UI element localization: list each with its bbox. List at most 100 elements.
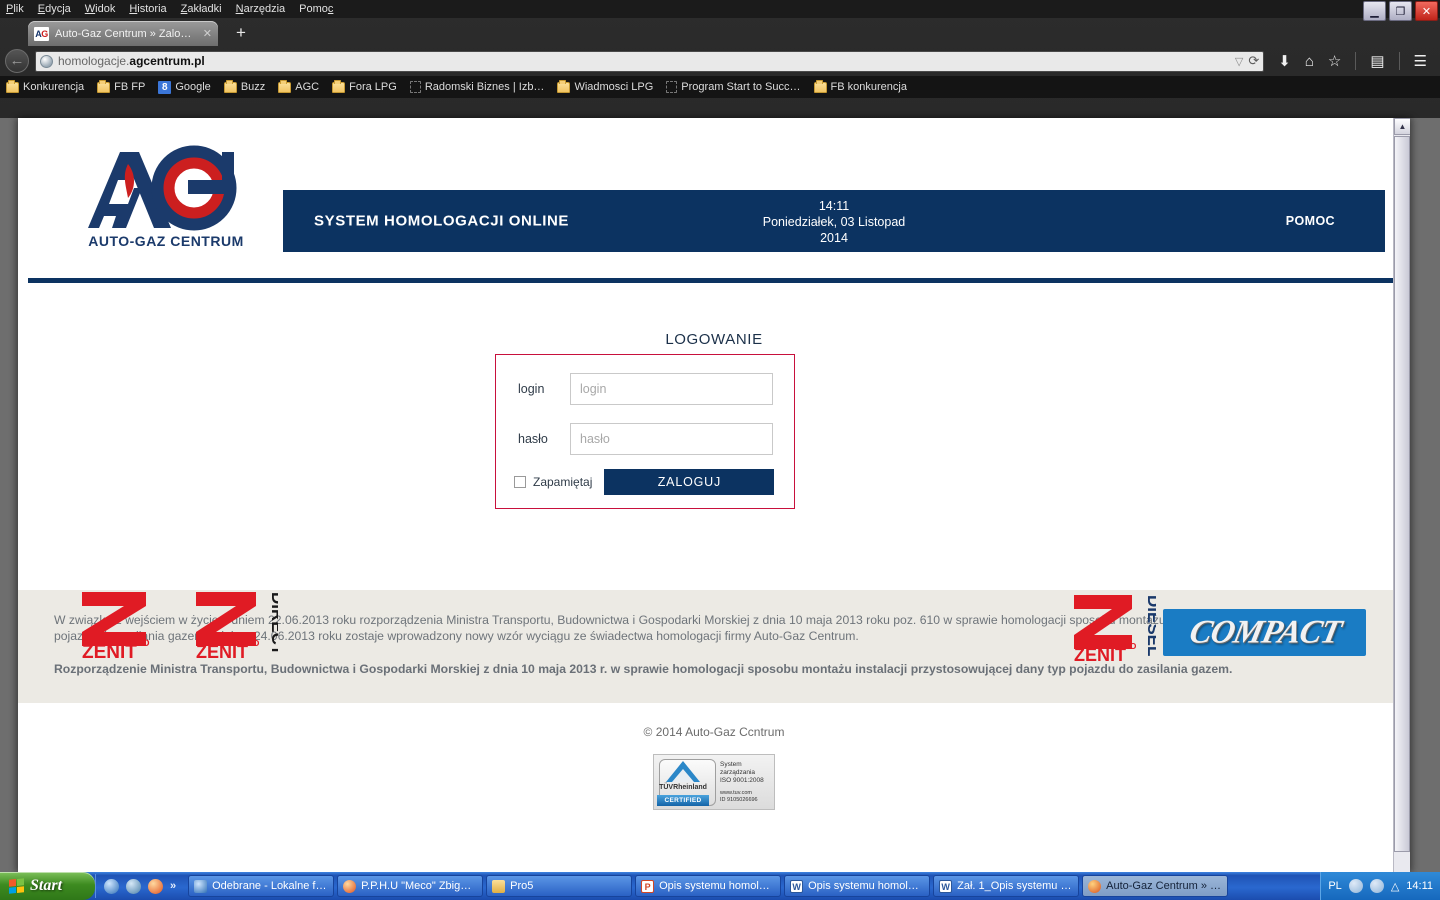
tab-close-icon[interactable]: ✕ <box>203 27 212 40</box>
taskbar-item[interactable]: W Opis systemu homolo… <box>784 875 931 897</box>
auto-gaz-centrum-logo[interactable]: AUTO-GAZ CENTRUM <box>76 140 256 256</box>
tuv-iso-line1: System <box>720 761 742 768</box>
login-label: login <box>518 382 545 396</box>
folder-icon <box>332 79 346 93</box>
mail-icon[interactable] <box>126 878 141 894</box>
bookmark-item[interactable]: FB FP <box>97 79 146 93</box>
powerpoint-icon: P <box>641 879 655 893</box>
navigation-bar: ← homologacje.agcentrum.pl ▽ ⟳ ⬇ ⌂ ☆ ▤ ☰ <box>0 46 1440 76</box>
menu-pomoc[interactable]: Pomoc <box>299 0 333 18</box>
page-content: AUTO-GAZ CENTRUM SYSTEM HOMOLOGACJI ONLI… <box>18 118 1410 872</box>
tuv-certified-label: CERTIFIED <box>657 795 709 806</box>
page-icon <box>666 81 678 93</box>
bookmark-item[interactable]: FB konkurencja <box>813 79 907 93</box>
tuv-www-line2: ID 9105026696 <box>720 797 758 803</box>
menu-narzedzia[interactable]: Narzędzia <box>236 0 286 18</box>
ie-icon[interactable] <box>104 878 119 894</box>
quick-launch-more-icon[interactable]: » <box>170 880 176 892</box>
logo-caption: AUTO-GAZ CENTRUM <box>88 233 244 249</box>
taskbar-item-label: Opis systemu homolo… <box>808 880 925 892</box>
bookmark-label: AGC <box>295 81 320 93</box>
reload-icon[interactable]: ⟳ <box>1248 53 1259 69</box>
download-icon[interactable]: ⬇ <box>1278 54 1291 69</box>
taskbar-item-label: P.P.H.U "Meco" Zbig… <box>361 880 472 892</box>
zaloguj-button[interactable]: ZALOGUJ <box>604 469 775 495</box>
google-icon: 8 <box>158 80 172 94</box>
tuv-www-line1: www.tuv.com <box>720 790 752 796</box>
tray-icon-1[interactable] <box>1348 879 1363 893</box>
header-banner: SYSTEM HOMOLOGACJI ONLINE 14:11 Poniedzi… <box>283 190 1385 252</box>
bookmark-star-icon[interactable]: ☆ <box>1328 54 1341 69</box>
tuv-www-text: www.tuv.com ID 9105026696 <box>720 790 758 804</box>
menu-zakladki[interactable]: Zakładki <box>181 0 222 18</box>
address-bar[interactable]: homologacje.agcentrum.pl ▽ ⟳ <box>35 50 1265 72</box>
tray-arrow-icon[interactable]: △ <box>1391 880 1399 893</box>
bookmark-label: Wiadmosci LPG <box>574 81 654 93</box>
chrome-icon[interactable] <box>148 878 163 894</box>
bookmark-item[interactable]: Buzz <box>223 79 265 93</box>
clock[interactable]: 14:11 <box>1406 880 1433 892</box>
taskbar-item-label: Odebrane - Lokalne f… <box>212 880 327 892</box>
taskbar-item[interactable]: P.P.H.U "Meco" Zbig… <box>337 875 484 897</box>
bookmark-item[interactable]: Wiadmosci LPG <box>557 79 654 93</box>
site-footer: © 2014 Auto-Gaz Ccntrum TÜVRheinland CER… <box>18 703 1410 815</box>
globe-icon <box>40 54 53 68</box>
toolbar-separator <box>1355 52 1357 70</box>
chevron-down-icon[interactable]: ▽ <box>1235 55 1243 68</box>
menu-edycja[interactable]: Edycja <box>38 0 71 18</box>
pro-sup: PRO <box>1118 641 1137 651</box>
bookmark-item[interactable]: Fora LPG <box>332 79 397 93</box>
taskbar-item[interactable]: Odebrane - Lokalne f… <box>188 875 335 897</box>
tab-strip: AG Auto-Gaz Centrum » Zaloguj się ✕ + <box>0 18 1440 46</box>
bookmark-label: FB konkurencja <box>830 81 907 93</box>
tray-icon-2[interactable] <box>1369 879 1384 893</box>
home-icon[interactable]: ⌂ <box>1305 54 1314 69</box>
start-button[interactable]: Start <box>0 872 95 900</box>
taskbar-item[interactable]: P Opis systemu homolo… <box>635 875 782 897</box>
browser-viewport: AUTO-GAZ CENTRUM SYSTEM HOMOLOGACJI ONLI… <box>0 118 1440 872</box>
bookmark-item[interactable]: 8 Google <box>158 80 211 94</box>
mail-icon <box>194 879 208 893</box>
password-label: hasło <box>518 432 548 446</box>
tuv-rheinland-badge: TÜVRheinland CERTIFIED System zarządzani… <box>653 754 775 810</box>
folder-icon <box>557 79 571 93</box>
menu-plik[interactable]: Plik <box>6 0 24 18</box>
taskbar-items: Odebrane - Lokalne f… P.P.H.U "Meco" Zbi… <box>184 875 1320 897</box>
quick-launch-bar: » <box>95 874 184 898</box>
bookmark-item[interactable]: Program Start to Succ… <box>666 81 801 93</box>
back-button[interactable]: ← <box>5 49 29 73</box>
bookmark-item[interactable]: Konkurencja <box>6 79 84 93</box>
menu-widok[interactable]: Widok <box>85 0 116 18</box>
taskbar-item-active[interactable]: Auto-Gaz Centrum » … <box>1082 875 1229 897</box>
direct-word: DIRECT <box>268 592 278 656</box>
page-scrollbar[interactable]: ▲ <box>1393 118 1410 872</box>
pomoc-link[interactable]: POMOC <box>1286 214 1335 228</box>
folder-icon <box>97 79 111 93</box>
url-text: homologacje.agcentrum.pl <box>58 54 205 68</box>
taskbar-item-label: Zał. 1_Opis systemu … <box>957 880 1072 892</box>
bookmark-label: FB FP <box>114 81 146 93</box>
reader-icon[interactable]: ▤ <box>1370 54 1384 69</box>
login-form: login hasło Zapamiętaj ZALOGUJ <box>495 354 795 509</box>
bookmark-item[interactable]: AGC <box>278 79 320 93</box>
windows-logo-icon <box>9 878 24 894</box>
scrollbar-thumb[interactable] <box>1394 136 1410 852</box>
remember-checkbox[interactable] <box>514 476 526 488</box>
tab-auto-gaz-centrum[interactable]: AG Auto-Gaz Centrum » Zaloguj się ✕ <box>28 21 218 46</box>
diesel-word: DIESEL <box>1144 595 1156 656</box>
scroll-up-button[interactable]: ▲ <box>1394 118 1410 135</box>
bookmark-item[interactable]: Radomski Biznes | Izb… <box>409 81 544 93</box>
taskbar-item[interactable]: Pro5 <box>486 875 633 897</box>
login-field-row: login <box>518 373 794 405</box>
taskbar-item[interactable]: W Zał. 1_Opis systemu … <box>933 875 1080 897</box>
menu-icon[interactable]: ☰ <box>1414 54 1427 69</box>
password-input[interactable] <box>570 423 773 455</box>
menu-historia[interactable]: Historia <box>129 0 166 18</box>
new-tab-button[interactable]: + <box>236 24 246 41</box>
login-input[interactable] <box>570 373 773 405</box>
zenit-pro-logo: ZENIT PRO <box>82 592 150 658</box>
language-indicator[interactable]: PL <box>1328 880 1341 892</box>
zenit-pro-direct-logo: ZENIT PRO DIRECT <box>196 592 278 660</box>
taskbar-item-label: Opis systemu homolo… <box>659 880 776 892</box>
login-actions-row: Zapamiętaj ZALOGUJ <box>514 469 794 495</box>
